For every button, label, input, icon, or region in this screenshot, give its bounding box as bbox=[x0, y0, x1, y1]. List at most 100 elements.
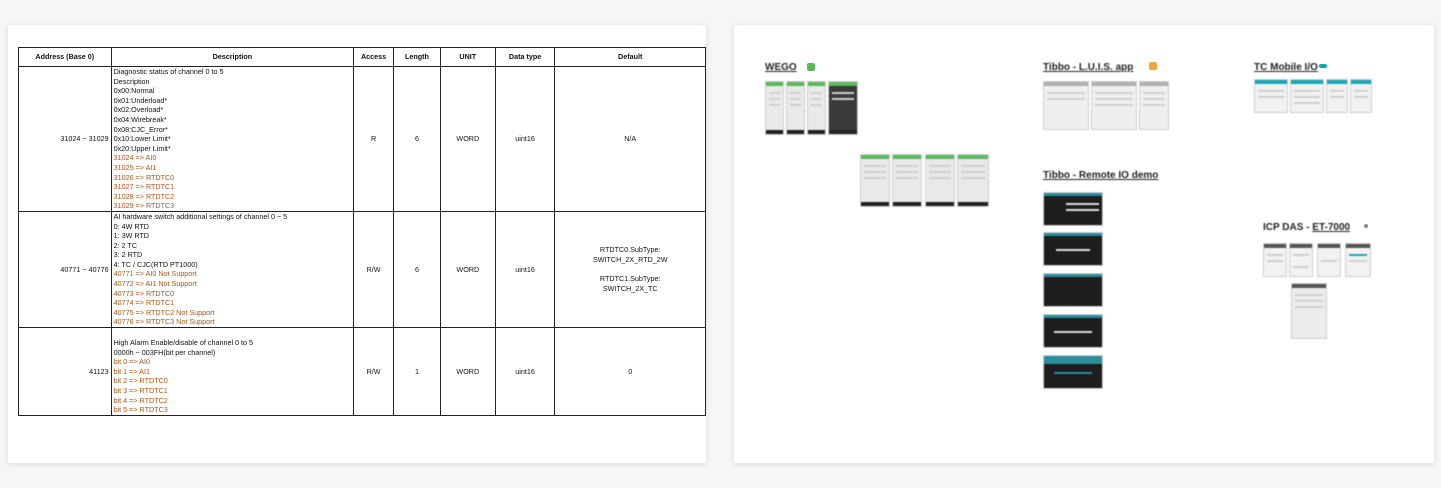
wego-tablet-screenshot-1[interactable] bbox=[860, 154, 890, 207]
register-mapping-line: 40775 => RTDTC2 Not Support bbox=[113, 307, 215, 317]
register-mapping-line: bit 5 => RTDTC3 bbox=[113, 405, 168, 415]
description-line: 0x02:Overload* bbox=[113, 105, 164, 115]
icp-das-screenshot-5[interactable] bbox=[1291, 283, 1327, 339]
luis-screenshot-3[interactable] bbox=[1139, 81, 1169, 130]
register-mapping-line: 31024 => AI0 bbox=[113, 153, 157, 163]
header-length: Length bbox=[393, 47, 441, 67]
description-line: Description bbox=[113, 76, 150, 86]
cell-length: 6 bbox=[393, 66, 441, 212]
remote-io-screenshot-1[interactable] bbox=[1043, 192, 1103, 226]
table-row: 41123 High Alarm Enable/disable of channe… bbox=[18, 327, 706, 416]
tc-mobile-screenshot-2[interactable] bbox=[1290, 79, 1324, 113]
section-title-tibbo-remote-io[interactable]: Tibbo - Remote IO demo bbox=[1043, 170, 1158, 181]
register-mapping-line: 31029 => RTDTC3 bbox=[113, 201, 175, 211]
section-title-tibbo-luis[interactable]: Tibbo - L.U.I.S. app bbox=[1043, 62, 1133, 73]
cell-data-type: uint16 bbox=[494, 327, 556, 416]
remote-io-screenshot-5[interactable] bbox=[1043, 355, 1103, 389]
tc-mobile-app-icon bbox=[1319, 64, 1327, 68]
icp-das-screenshot-4[interactable] bbox=[1345, 243, 1371, 277]
remote-io-screenshot-2[interactable] bbox=[1043, 232, 1103, 266]
luis-app-icon bbox=[1149, 62, 1157, 70]
wego-screenshot-1[interactable] bbox=[765, 81, 784, 135]
wego-tablet-screenshot-2[interactable] bbox=[892, 154, 922, 207]
default-line: N/A bbox=[624, 134, 637, 144]
cell-access: R/W bbox=[353, 327, 395, 416]
description-line: 0x04:Wirebreak* bbox=[113, 114, 167, 124]
icp-das-model-link[interactable]: ET-7000 bbox=[1312, 222, 1350, 233]
tc-mobile-screenshot-4[interactable] bbox=[1350, 79, 1372, 113]
icp-das-prefix: ICP DAS - bbox=[1263, 222, 1313, 233]
register-mapping-line: 31028 => RTDTC2 bbox=[113, 191, 175, 201]
register-mapping-line: 31027 => RTDTC1 bbox=[113, 182, 175, 192]
wego-screenshot-4[interactable] bbox=[828, 81, 858, 135]
cell-description: Diagnostic status of channel 0 to 5 Descr… bbox=[110, 66, 355, 212]
default-line: RTDTC0.SubType: bbox=[599, 245, 661, 255]
section-title-wego[interactable]: WEGO bbox=[765, 62, 797, 73]
cell-default: 0 bbox=[554, 327, 706, 416]
tc-mobile-screenshot-3[interactable] bbox=[1326, 79, 1348, 113]
register-mapping-line: bit 4 => RTDTC2 bbox=[113, 395, 168, 405]
header-data-type: Data type bbox=[494, 47, 556, 67]
description-line: High Alarm Enable/disable of channel 0 t… bbox=[113, 338, 254, 348]
wego-app-icon bbox=[807, 63, 815, 71]
wego-screenshot-3[interactable] bbox=[807, 81, 826, 135]
cell-default: RTDTC0.SubType: SWITCH_2X_RTD_2W RTDTC1.Su… bbox=[554, 210, 706, 329]
default-line: SWITCH_2X_TC bbox=[602, 284, 658, 294]
default-line: RTDTC1.SubType: bbox=[599, 274, 661, 284]
tc-mobile-screenshot-1[interactable] bbox=[1254, 79, 1288, 113]
wego-tablet-screenshot-3[interactable] bbox=[925, 154, 955, 207]
description-line: 3: 2 RTD bbox=[113, 250, 143, 260]
header-unit: UNIT bbox=[439, 47, 496, 67]
cell-unit: WORD bbox=[439, 210, 496, 329]
cell-address: 31024 ~ 31029 bbox=[18, 66, 112, 212]
remote-io-screenshot-4[interactable] bbox=[1043, 314, 1103, 348]
cell-address: 40771 ~ 40776 bbox=[18, 210, 112, 329]
section-title-icp-das[interactable]: ICP DAS - ET-7000 bbox=[1263, 222, 1350, 233]
description-line: 0x20:Upper Limit* bbox=[113, 143, 171, 153]
description-line: 4: TC / CJC(RTD PT1000) bbox=[113, 259, 198, 269]
description-line: Diagnostic status of channel 0 to 5 bbox=[113, 67, 224, 76]
cell-data-type: uint16 bbox=[494, 210, 556, 329]
register-mapping-line: 40771 => AI0 Not Support bbox=[113, 269, 197, 279]
wego-tablet-screenshot-4[interactable] bbox=[957, 154, 989, 207]
register-mapping-line: 40773 => RTDTC0 bbox=[113, 288, 175, 298]
cell-address: 41123 bbox=[18, 327, 112, 416]
default-line: 0 bbox=[628, 366, 633, 376]
description-line: 0000h ~ 003FH(bit per channel) bbox=[113, 347, 216, 357]
table-row: 31024 ~ 31029 Diagnostic status of channe… bbox=[18, 66, 706, 212]
register-mapping-line: 40772 => AI1 Not Support bbox=[113, 279, 197, 289]
cell-description: High Alarm Enable/disable of channel 0 t… bbox=[110, 327, 355, 416]
icp-das-screenshot-1[interactable] bbox=[1263, 243, 1287, 277]
register-mapping-line: 31026 => RTDTC0 bbox=[113, 172, 175, 182]
section-title-tc-mobile-io[interactable]: TC Mobile I/O bbox=[1254, 62, 1318, 73]
default-line bbox=[557, 264, 703, 274]
description-line: 2: 2 TC bbox=[113, 240, 138, 250]
cell-description: AI hardware switch additional settings o… bbox=[110, 210, 355, 329]
cell-access: R bbox=[353, 66, 395, 212]
luis-screenshot-2[interactable] bbox=[1091, 81, 1137, 130]
register-mapping-line: 40774 => RTDTC1 bbox=[113, 298, 175, 308]
header-address: Address (Base 0) bbox=[18, 47, 112, 67]
cell-unit: WORD bbox=[439, 327, 496, 416]
header-access: Access bbox=[353, 47, 395, 67]
register-mapping-line: bit 2 => RTDTC0 bbox=[113, 376, 168, 386]
description-line: AI hardware switch additional settings o… bbox=[113, 211, 288, 221]
description-line bbox=[114, 328, 352, 338]
description-line: 0x00:Normal bbox=[113, 86, 155, 96]
cell-access: R/W bbox=[353, 210, 395, 329]
register-table-page: Address (Base 0) Description Access Leng… bbox=[8, 25, 706, 463]
register-mapping-line: 40776 => RTDTC3 Not Support bbox=[113, 317, 215, 327]
icp-das-screenshot-2[interactable] bbox=[1289, 243, 1313, 277]
luis-screenshot-1[interactable] bbox=[1043, 81, 1089, 130]
cell-default: N/A bbox=[554, 66, 706, 212]
wego-screenshot-2[interactable] bbox=[786, 81, 805, 135]
cell-length: 6 bbox=[393, 210, 441, 329]
register-mapping-line: 31025 => AI1 bbox=[113, 162, 157, 172]
icp-das-screenshot-3[interactable] bbox=[1317, 243, 1341, 277]
register-table: Address (Base 0) Description Access Leng… bbox=[18, 47, 706, 416]
remote-io-screenshot-3[interactable] bbox=[1043, 273, 1103, 307]
table-header-row: Address (Base 0) Description Access Leng… bbox=[18, 47, 706, 67]
header-description: Description bbox=[110, 47, 355, 67]
description-line: 1: 3W RTD bbox=[113, 231, 149, 241]
table-row: 40771 ~ 40776 AI hardware switch addition… bbox=[18, 210, 706, 329]
